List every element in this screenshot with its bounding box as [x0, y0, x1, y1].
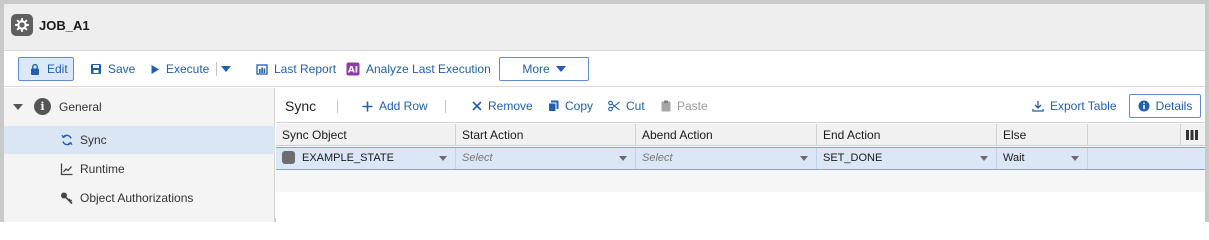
grid-header: Sync Object Start Action Abend Action En… — [276, 124, 1205, 146]
else-select[interactable]: Wait — [997, 148, 1088, 169]
analyze-last-execution-button[interactable]: AI Analyze Last Execution — [346, 57, 491, 81]
section-title: Sync — [285, 98, 317, 114]
chevron-down-icon[interactable] — [1071, 156, 1079, 161]
remove-label: Remove — [488, 99, 533, 113]
save-button[interactable]: Save — [90, 57, 135, 81]
expand-caret-icon[interactable] — [13, 104, 23, 110]
abend-action-select[interactable]: Select — [636, 148, 817, 169]
key-icon — [61, 192, 73, 205]
window-title: JOB_A1 — [39, 18, 90, 33]
column-header-end-action[interactable]: End Action — [817, 124, 997, 146]
cut-button[interactable]: Cut — [608, 99, 645, 113]
svg-text:AI: AI — [348, 66, 358, 76]
chevron-down-icon[interactable] — [619, 156, 627, 161]
last-report-button[interactable]: Last Report — [256, 57, 336, 81]
remove-button[interactable]: Remove — [472, 99, 533, 113]
tree-item-label: General — [59, 100, 102, 114]
execute-label: Execute — [166, 62, 210, 76]
start-action-value: Select — [462, 152, 493, 164]
chevron-down-icon[interactable] — [439, 156, 447, 161]
sync-toolbar: Sync Add Row Remove Copy Cut Paste Expor… — [276, 88, 1205, 123]
more-label: More — [522, 62, 550, 76]
sync-panel: Sync Add Row Remove Copy Cut Paste Expor… — [276, 88, 1205, 222]
details-label: Details — [1155, 99, 1193, 113]
ai-icon: AI — [346, 62, 360, 76]
column-header-abend-action[interactable]: Abend Action — [636, 124, 817, 146]
analyze-label: Analyze Last Execution — [366, 62, 491, 76]
plus-icon — [362, 101, 373, 111]
cut-label: Cut — [626, 99, 645, 113]
column-header-sync-object[interactable]: Sync Object — [276, 124, 456, 146]
start-action-select[interactable]: Select — [456, 148, 636, 169]
save-icon — [91, 64, 101, 74]
execute-dropdown-button[interactable] — [221, 57, 231, 81]
end-action-select[interactable]: SET_DONE — [817, 148, 997, 169]
export-table-button[interactable]: Export Table — [1032, 99, 1117, 113]
tree-item-label: Object Authorizations — [80, 191, 194, 205]
tree-item-label: Runtime — [80, 162, 125, 176]
execute-separator — [216, 62, 217, 76]
sync-object-value: EXAMPLE_STATE — [302, 152, 394, 164]
download-icon — [1032, 101, 1044, 112]
gear-icon — [11, 14, 33, 36]
grid-empty-area — [276, 170, 1205, 192]
export-table-label: Export Table — [1050, 99, 1117, 113]
table-row[interactable]: EXAMPLE_STATE Select Select SET_DONE Wai… — [276, 147, 1205, 170]
toolbar-separator — [445, 100, 446, 113]
tree-item-object-authorizations[interactable]: Object Authorizations — [4, 184, 275, 212]
column-header-start-action[interactable]: Start Action — [456, 124, 636, 146]
copy-label: Copy — [565, 99, 594, 113]
info-icon — [1138, 100, 1150, 112]
column-header-else[interactable]: Else — [997, 124, 1088, 146]
application-frame: JOB_A1 Edit Save Execute Last Report AI … — [0, 0, 1209, 222]
end-action-value: SET_DONE — [823, 152, 883, 164]
save-label: Save — [108, 62, 136, 76]
column-header-empty — [1088, 124, 1181, 146]
main-toolbar: Edit Save Execute Last Report AI Analyze… — [4, 51, 1205, 87]
sync-icon — [61, 134, 73, 146]
column-chooser-icon[interactable] — [1186, 130, 1198, 140]
chevron-down-icon — [555, 66, 566, 72]
toolbar-separator — [337, 100, 338, 113]
tree-item-runtime[interactable]: Runtime — [4, 155, 275, 183]
abend-action-value: Select — [642, 152, 673, 164]
paste-button[interactable]: Paste — [661, 99, 708, 113]
runtime-chart-icon — [60, 163, 73, 176]
sync-object-icon — [282, 151, 295, 164]
play-icon — [151, 64, 159, 74]
chevron-down-icon[interactable] — [800, 156, 808, 161]
title-bar: JOB_A1 — [4, 4, 1205, 51]
else-value: Wait — [1003, 152, 1025, 164]
paste-label: Paste — [677, 99, 708, 113]
chevron-down-icon[interactable] — [980, 156, 988, 161]
close-icon — [472, 101, 482, 111]
tree-item-label: Sync — [80, 133, 107, 147]
add-row-label: Add Row — [379, 99, 428, 113]
navigation-tree: i General Sync Runtime Object Authorizat… — [4, 88, 275, 222]
edit-label: Edit — [47, 62, 68, 76]
last-report-label: Last Report — [274, 62, 337, 76]
copy-button[interactable]: Copy — [548, 99, 593, 113]
chevron-down-icon — [221, 66, 231, 72]
report-icon — [256, 64, 268, 75]
scissors-icon — [608, 100, 620, 112]
edit-button[interactable]: Edit — [18, 57, 74, 81]
add-row-button[interactable]: Add Row — [362, 99, 428, 113]
details-button[interactable]: Details — [1129, 94, 1201, 118]
clipboard-icon — [661, 100, 671, 112]
tree-item-general[interactable]: i General — [4, 93, 275, 121]
more-button[interactable]: More — [499, 57, 589, 81]
copy-icon — [548, 100, 559, 112]
execute-button[interactable]: Execute — [150, 57, 209, 81]
info-icon: i — [34, 98, 51, 115]
sync-object-cell[interactable]: EXAMPLE_STATE — [276, 148, 456, 169]
lock-icon — [31, 63, 39, 75]
tree-item-sync[interactable]: Sync — [4, 126, 275, 154]
